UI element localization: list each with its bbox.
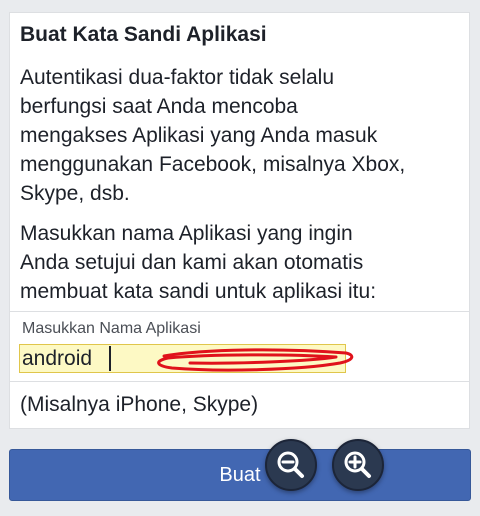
description-line: Autentikasi dua-faktor tidak selalu: [20, 66, 335, 89]
zoom-out-button[interactable]: [265, 439, 317, 491]
zoom-out-icon: [277, 451, 304, 478]
zoom-in-icon: [344, 451, 371, 478]
text-caret: [109, 346, 111, 371]
description-line: berfungsi saat Anda mencoba: [20, 95, 298, 118]
red-scribble-annotation: [157, 348, 354, 372]
card-title: Buat Kata Sandi Aplikasi: [20, 23, 267, 46]
description-paragraph: Autentikasi dua-faktor tidak selalu berf…: [20, 63, 460, 208]
instruction-line: Anda setujui dan kami akan otomatis: [20, 251, 364, 274]
description-line: mengakses Aplikasi yang Anda masuk: [20, 124, 378, 147]
description-line: Skype, dsb.: [20, 182, 130, 205]
create-button[interactable]: Buat: [9, 449, 471, 501]
description-line: menggunakan Facebook, misalnya Xbox,: [20, 153, 406, 176]
divider: [10, 311, 469, 312]
divider: [10, 381, 469, 382]
instruction-line: Masukkan nama Aplikasi yang ingin: [20, 222, 353, 245]
create-app-password-card: Buat Kata Sandi Aplikasi Autentikasi dua…: [9, 12, 470, 429]
instruction-paragraph: Masukkan nama Aplikasi yang ingin Anda s…: [20, 219, 460, 306]
instruction-line: membuat kata sandi untuk aplikasi itu:: [20, 280, 377, 303]
zoom-in-button[interactable]: [332, 439, 384, 491]
example-hint: (Misalnya iPhone, Skype): [20, 393, 259, 416]
app-name-label: Masukkan Nama Aplikasi: [22, 320, 201, 337]
